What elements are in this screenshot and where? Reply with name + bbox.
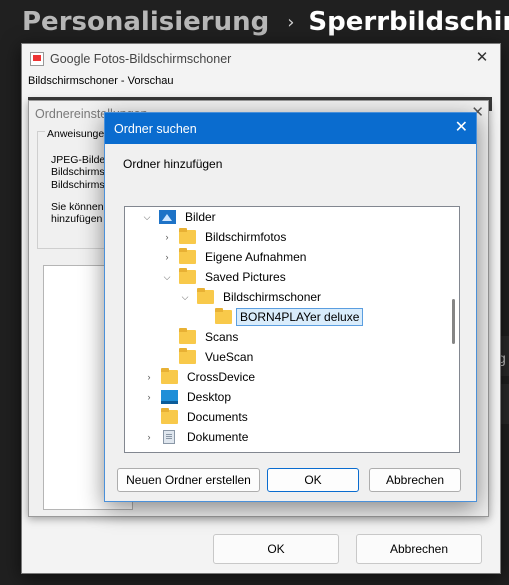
tree-item-dokumente[interactable]: › Dokumente	[143, 427, 253, 447]
tree-item-label: Bildschirmschoner	[223, 290, 322, 304]
folder-icon	[215, 308, 232, 324]
folder-icon	[161, 408, 178, 424]
folder-icon	[161, 368, 178, 384]
chevron-right-icon[interactable]: ›	[143, 431, 155, 443]
tree-item-bildschirmfotos[interactable]: › Bildschirmfotos	[161, 227, 291, 247]
close-icon[interactable]: ✕	[455, 117, 468, 137]
screensaver-titlebar: Google Fotos-Bildschirmschoner	[22, 44, 500, 74]
desktop-icon	[161, 390, 178, 404]
folder-icon	[179, 228, 196, 244]
tree-item-label: Desktop	[187, 390, 232, 404]
instructions-group-label: Anweisungen	[45, 128, 113, 140]
instructions-line: Bildschirms	[51, 166, 105, 178]
tree-item-label: Dokumente	[187, 430, 249, 444]
chevron-right-icon[interactable]: ›	[143, 391, 155, 403]
breadcrumb: Personalisierung › Sperrbildschirm	[22, 4, 509, 40]
tree-item-label: Saved Pictures	[205, 270, 286, 284]
tree-item-label: Bilder	[185, 210, 216, 224]
tree-item-scans[interactable]: Scans	[161, 327, 243, 347]
chevron-right-icon[interactable]: ›	[143, 371, 155, 383]
ok-button[interactable]: OK	[267, 468, 359, 492]
tree-item-born4player-deluxe[interactable]: BORN4PLAYer deluxe	[197, 307, 364, 327]
cancel-button[interactable]: Abbrechen	[356, 534, 482, 564]
tree-item-label: BORN4PLAYer deluxe	[236, 308, 364, 326]
instructions-line: JPEG-Bilder	[51, 154, 109, 166]
tree-item-label: VueScan	[205, 350, 254, 364]
browse-dialog-title: Ordner suchen	[114, 121, 197, 136]
chevron-right-icon[interactable]: ›	[161, 251, 173, 263]
tree-item-desktop[interactable]: › Desktop	[143, 387, 236, 407]
tree-item-label: Documents	[187, 410, 248, 424]
tree-item-label: CrossDevice	[187, 370, 256, 384]
folder-icon	[179, 268, 196, 284]
new-folder-button[interactable]: Neuen Ordner erstellen	[117, 468, 260, 492]
tree-item-saved-pictures[interactable]: ⌵ Saved Pictures	[161, 267, 291, 287]
tree-item-crossdevice[interactable]: › CrossDevice	[143, 367, 260, 387]
tree-item-label: Bildschirmfotos	[205, 230, 287, 244]
screensaver-title: Google Fotos-Bildschirmschoner	[50, 52, 232, 66]
document-icon	[163, 430, 175, 444]
breadcrumb-lock-screen: Sperrbildschirm	[308, 7, 509, 37]
desktop-background: Personalisierung › Sperrbildschirm g Goo…	[0, 0, 509, 585]
instructions-line: Bildschirms	[51, 179, 105, 191]
folder-icon	[179, 348, 196, 364]
browse-folder-dialog: Ordner suchen ✕ Ordner hinzufügen ⌵ Bild…	[104, 112, 477, 502]
browse-dialog-titlebar: Ordner suchen ✕	[105, 113, 476, 144]
tree-item-bilder[interactable]: ⌵ Bilder	[141, 207, 221, 227]
tree-scrollbar[interactable]	[452, 299, 455, 344]
folder-icon	[197, 288, 214, 304]
close-icon[interactable]: ✕	[470, 47, 494, 69]
instructions-line: hinzufügen	[51, 213, 103, 225]
tree-item-bildschirmschoner[interactable]: ⌵ Bildschirmschoner	[179, 287, 326, 307]
breadcrumb-separator-icon: ›	[287, 11, 295, 33]
chevron-down-icon[interactable]: ⌵	[161, 271, 173, 283]
chevron-down-icon[interactable]: ⌵	[179, 291, 191, 303]
folder-icon	[179, 328, 196, 344]
tree-item-label: Eigene Aufnahmen	[205, 250, 307, 264]
app-icon	[30, 52, 44, 66]
tree-item-vuescan[interactable]: VueScan	[161, 347, 258, 367]
browse-dialog-prompt: Ordner hinzufügen	[123, 157, 223, 171]
folder-icon	[179, 248, 196, 264]
ok-button[interactable]: OK	[213, 534, 339, 564]
cancel-button[interactable]: Abbrechen	[369, 468, 461, 492]
breadcrumb-personalization[interactable]: Personalisierung	[22, 7, 269, 37]
tree-item-label: Scans	[205, 330, 239, 344]
chevron-right-icon[interactable]: ›	[161, 231, 173, 243]
instructions-line: Sie können	[51, 201, 104, 213]
tree-item-documents[interactable]: Documents	[143, 407, 253, 427]
folder-tree[interactable]: ⌵ Bilder › Bildschirmfotos › Eigene Aufn…	[124, 206, 460, 453]
preview-menu-label: Bildschirmschoner - Vorschau	[28, 75, 174, 87]
chevron-down-icon[interactable]: ⌵	[141, 211, 153, 223]
tree-item-eigene-aufnahmen[interactable]: › Eigene Aufnahmen	[161, 247, 311, 267]
pictures-icon	[159, 210, 176, 224]
